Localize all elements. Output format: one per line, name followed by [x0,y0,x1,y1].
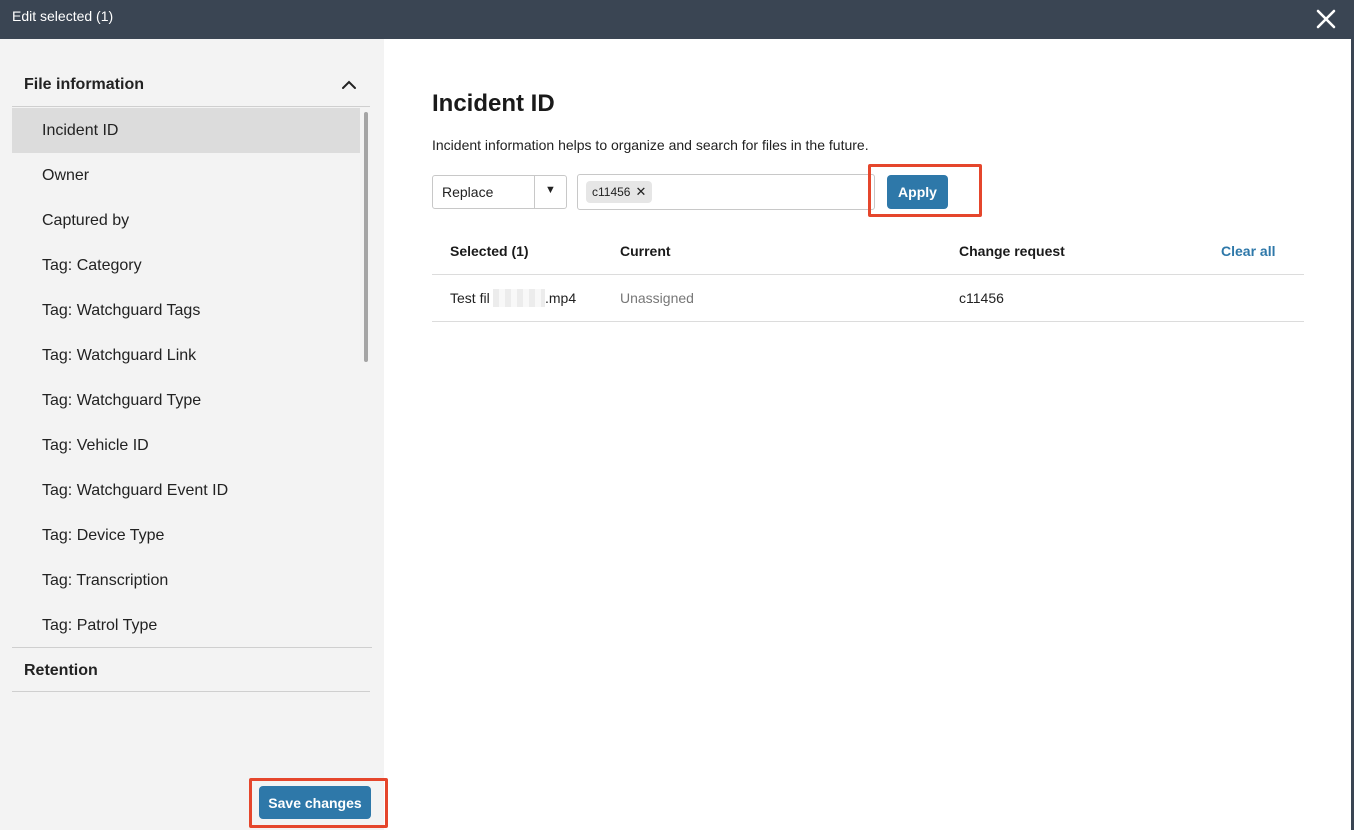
clear-all-link[interactable]: Clear all [1221,243,1275,259]
incident-id-input[interactable]: c11456 ✕ [577,174,875,210]
column-header-current: Current [620,243,671,259]
sidebar-item-tag-patrol-type[interactable]: Tag: Patrol Type [12,603,360,648]
cell-file-name-prefix: Test fil [450,290,490,306]
table-header-divider [432,274,1304,275]
sidebar-item-label: Owner [42,167,90,184]
sidebar-nav-list: Incident ID Owner Captured by Tag: Categ… [12,108,360,648]
apply-button[interactable]: Apply [887,175,948,209]
sidebar-item-incident-id[interactable]: Incident ID [12,108,360,153]
sidebar-scrollbar[interactable] [364,112,368,362]
sidebar-item-label: Tag: Transcription [42,572,169,589]
sidebar-item-label: Captured by [42,212,130,229]
sidebar-item-tag-device-type[interactable]: Tag: Device Type [12,513,360,558]
sidebar-item-label: Tag: Device Type [42,527,165,544]
mode-select[interactable]: Replace ▼ [432,175,567,209]
remove-chip-icon[interactable]: ✕ [635,181,646,203]
sidebar-item-tag-watchguard-type[interactable]: Tag: Watchguard Type [12,378,360,423]
redacted-filename-blur [493,289,545,307]
dialog-titlebar: Edit selected (1) [0,0,1354,39]
save-changes-button[interactable]: Save changes [259,786,371,819]
section-retention[interactable]: Retention [12,650,370,692]
sidebar-item-label: Tag: Watchguard Tags [42,302,201,319]
sidebar-item-label: Tag: Watchguard Link [42,347,197,364]
column-header-selected: Selected (1) [450,243,529,259]
close-icon[interactable] [1312,5,1340,33]
mode-select-value: Replace [442,184,494,200]
sidebar: File information Incident ID Owner Captu… [0,39,384,830]
sidebar-item-label: Tag: Patrol Type [42,617,158,634]
cell-change-request: c11456 [959,290,1004,306]
cell-file-name-suffix: .mp4 [545,290,577,306]
sidebar-item-tag-watchguard-tags[interactable]: Tag: Watchguard Tags [12,288,360,333]
sidebar-item-tag-transcription[interactable]: Tag: Transcription [12,558,360,603]
select-divider [534,176,535,208]
sidebar-item-label: Tag: Watchguard Type [42,392,202,409]
page-description: Incident information helps to organize a… [432,137,869,153]
sidebar-item-label: Tag: Watchguard Event ID [42,482,229,499]
sidebar-item-owner[interactable]: Owner [12,153,360,198]
cell-current-value: Unassigned [620,290,694,306]
sidebar-item-tag-vehicle-id[interactable]: Tag: Vehicle ID [12,423,360,468]
sidebar-item-captured-by[interactable]: Captured by [12,198,360,243]
sidebar-item-label: Incident ID [42,122,119,139]
incident-chip-label: c11456 [592,185,631,199]
chevron-up-icon[interactable] [340,76,358,94]
dialog-title: Edit selected (1) [12,8,114,24]
divider [12,647,372,648]
sidebar-item-label: Tag: Vehicle ID [42,437,149,454]
divider [12,691,370,692]
divider [12,106,370,107]
section-retention-label: Retention [24,662,98,679]
column-header-change-request: Change request [959,243,1065,259]
sidebar-item-tag-category[interactable]: Tag: Category [12,243,360,288]
page-title: Incident ID [432,90,555,117]
sidebar-item-label: Tag: Category [42,257,142,274]
dropdown-arrow-icon[interactable]: ▼ [545,184,556,196]
table-row-divider [432,321,1304,322]
sidebar-item-tag-watchguard-link[interactable]: Tag: Watchguard Link [12,333,360,378]
section-file-information[interactable]: File information [12,64,370,106]
incident-chip: c11456 ✕ [586,181,653,203]
section-file-information-label: File information [24,76,144,93]
sidebar-item-tag-watchguard-event-id[interactable]: Tag: Watchguard Event ID [12,468,360,513]
